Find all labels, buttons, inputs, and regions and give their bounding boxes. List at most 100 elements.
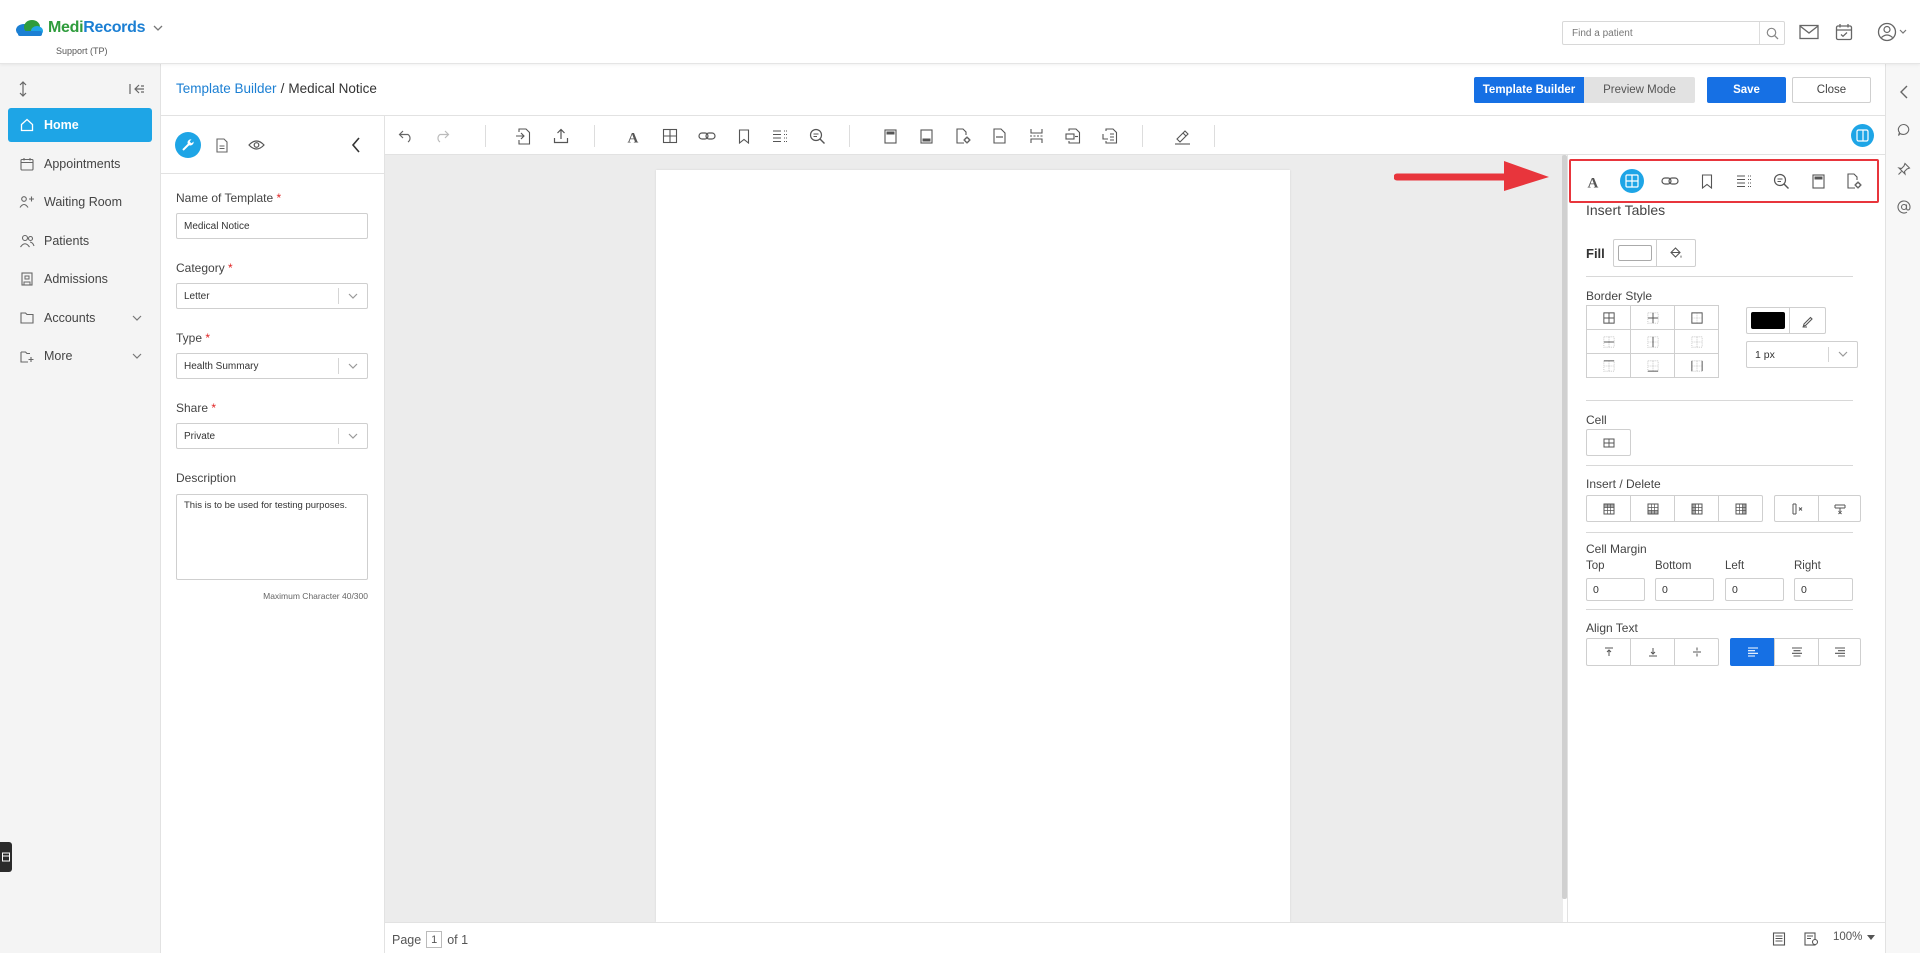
document-tab[interactable] bbox=[209, 132, 235, 158]
cell-properties-icon[interactable] bbox=[1586, 429, 1631, 456]
no-border-icon[interactable] bbox=[1674, 329, 1719, 354]
text-format-icon[interactable]: A bbox=[1581, 169, 1605, 193]
footer-icon[interactable] bbox=[915, 125, 937, 147]
toggle-properties-pane-button[interactable] bbox=[1851, 124, 1874, 147]
nav-item-waiting-room[interactable]: Waiting Room bbox=[8, 185, 152, 219]
align-center-icon[interactable] bbox=[1774, 638, 1819, 666]
undo-icon[interactable] bbox=[395, 125, 417, 147]
margin-right-input[interactable] bbox=[1794, 578, 1853, 601]
align-bottom-icon[interactable] bbox=[1630, 638, 1675, 666]
preview-tab[interactable] bbox=[243, 132, 269, 158]
link-icon[interactable] bbox=[696, 125, 718, 147]
insert-table-icon[interactable] bbox=[659, 125, 681, 147]
user-account-icon[interactable] bbox=[1876, 20, 1912, 44]
upload-icon[interactable] bbox=[550, 125, 572, 147]
border-color-swatch[interactable] bbox=[1746, 307, 1790, 334]
margin-bottom-input[interactable] bbox=[1655, 578, 1714, 601]
top-border-icon[interactable] bbox=[1586, 353, 1631, 378]
border-width-select[interactable]: 1 px bbox=[1746, 341, 1858, 368]
insert-table-icon[interactable] bbox=[1620, 169, 1644, 193]
collapse-panel-button[interactable] bbox=[343, 132, 369, 158]
chevron-down-icon bbox=[339, 363, 367, 370]
type-label: Type * bbox=[176, 331, 211, 345]
zoom-select[interactable]: 100% bbox=[1833, 931, 1876, 943]
side-drawer-tab[interactable] bbox=[0, 842, 12, 872]
mail-icon[interactable] bbox=[1796, 20, 1822, 44]
text-list-icon[interactable] bbox=[1732, 169, 1756, 193]
breadcrumb-link-template-builder[interactable]: Template Builder bbox=[176, 81, 277, 96]
section-break-icon[interactable] bbox=[1025, 125, 1047, 147]
category-select[interactable]: Letter bbox=[176, 283, 368, 309]
nav-item-accounts[interactable]: Accounts bbox=[8, 301, 152, 335]
expand-vertical-icon[interactable] bbox=[14, 80, 32, 98]
page-break-icon[interactable] bbox=[988, 125, 1010, 147]
collapse-sidebar-icon[interactable] bbox=[128, 80, 146, 98]
bottom-border-icon[interactable] bbox=[1630, 353, 1675, 378]
nav-item-home[interactable]: Home bbox=[8, 108, 152, 142]
bookmark-icon[interactable] bbox=[1695, 169, 1719, 193]
insert-field-icon[interactable] bbox=[1062, 125, 1084, 147]
insert-column-left-icon[interactable] bbox=[1674, 495, 1719, 522]
type-select[interactable]: Health Summary bbox=[176, 353, 368, 379]
find-patient-input[interactable] bbox=[1563, 22, 1759, 44]
text-list-icon[interactable] bbox=[769, 125, 791, 147]
save-button[interactable]: Save bbox=[1707, 77, 1786, 103]
insert-column-right-icon[interactable] bbox=[1718, 495, 1763, 522]
header-icon[interactable] bbox=[879, 125, 901, 147]
chevron-left-icon[interactable] bbox=[1895, 83, 1913, 101]
pin-icon[interactable] bbox=[1895, 160, 1913, 178]
share-select[interactable]: Private bbox=[176, 423, 368, 449]
preview-mode-button[interactable]: Preview Mode bbox=[1584, 77, 1695, 103]
at-sign-icon[interactable] bbox=[1895, 198, 1913, 216]
left-right-border-icon[interactable] bbox=[1674, 353, 1719, 378]
bookmark-icon[interactable] bbox=[733, 125, 755, 147]
redo-icon[interactable] bbox=[431, 125, 453, 147]
find-replace-icon[interactable] bbox=[1769, 169, 1793, 193]
outside-borders-icon[interactable] bbox=[1674, 305, 1719, 330]
edit-details-tab[interactable] bbox=[175, 132, 201, 158]
chat-bubble-icon[interactable] bbox=[1895, 121, 1913, 139]
inside-borders-icon[interactable] bbox=[1630, 305, 1675, 330]
delete-column-icon[interactable] bbox=[1774, 495, 1819, 522]
app-logo[interactable]: MediRecords bbox=[14, 18, 163, 38]
calendar-check-icon[interactable] bbox=[1831, 20, 1857, 44]
template-name-input[interactable] bbox=[176, 213, 368, 239]
inside-vertical-border-icon[interactable] bbox=[1630, 329, 1675, 354]
align-middle-icon[interactable] bbox=[1674, 638, 1719, 666]
margin-top-input[interactable] bbox=[1586, 578, 1645, 601]
paint-bucket-icon[interactable] bbox=[1656, 239, 1696, 267]
align-right-icon[interactable] bbox=[1818, 638, 1861, 666]
current-page-input[interactable]: 1 bbox=[426, 931, 443, 948]
text-format-icon[interactable]: A bbox=[622, 125, 644, 147]
align-left-icon[interactable] bbox=[1730, 638, 1775, 666]
web-layout-icon[interactable] bbox=[1803, 931, 1819, 947]
nav-item-patients[interactable]: Patients bbox=[8, 224, 152, 258]
insert-row-below-icon[interactable] bbox=[1630, 495, 1675, 522]
print-layout-icon[interactable] bbox=[1771, 931, 1787, 947]
nav-item-more[interactable]: More bbox=[8, 339, 152, 373]
template-builder-mode-button[interactable]: Template Builder bbox=[1474, 77, 1584, 103]
delete-row-icon[interactable] bbox=[1818, 495, 1861, 522]
close-button[interactable]: Close bbox=[1792, 77, 1871, 103]
search-icon[interactable] bbox=[1760, 22, 1784, 44]
margin-left-input[interactable] bbox=[1725, 578, 1784, 601]
link-icon[interactable] bbox=[1658, 169, 1682, 193]
nav-item-admissions[interactable]: Admissions bbox=[8, 262, 152, 296]
page-settings-icon[interactable] bbox=[1842, 169, 1866, 193]
nav-item-appointments[interactable]: Appointments bbox=[8, 147, 152, 181]
signature-icon[interactable] bbox=[1171, 125, 1193, 147]
inside-horizontal-border-icon[interactable] bbox=[1586, 329, 1631, 354]
fill-color-swatch[interactable] bbox=[1613, 239, 1657, 267]
pen-color-icon[interactable] bbox=[1789, 307, 1826, 334]
margin-left-label: Left bbox=[1725, 560, 1745, 572]
header-icon[interactable] bbox=[1806, 169, 1830, 193]
insert-row-above-icon[interactable] bbox=[1586, 495, 1631, 522]
import-document-icon[interactable] bbox=[512, 125, 534, 147]
page-settings-icon[interactable] bbox=[952, 125, 974, 147]
description-textarea[interactable]: This is to be used for testing purposes. bbox=[176, 494, 368, 580]
all-borders-icon[interactable] bbox=[1586, 305, 1631, 330]
align-top-icon[interactable] bbox=[1586, 638, 1631, 666]
document-page[interactable] bbox=[656, 170, 1290, 922]
find-replace-icon[interactable] bbox=[806, 125, 828, 147]
merge-field-icon[interactable] bbox=[1099, 125, 1121, 147]
